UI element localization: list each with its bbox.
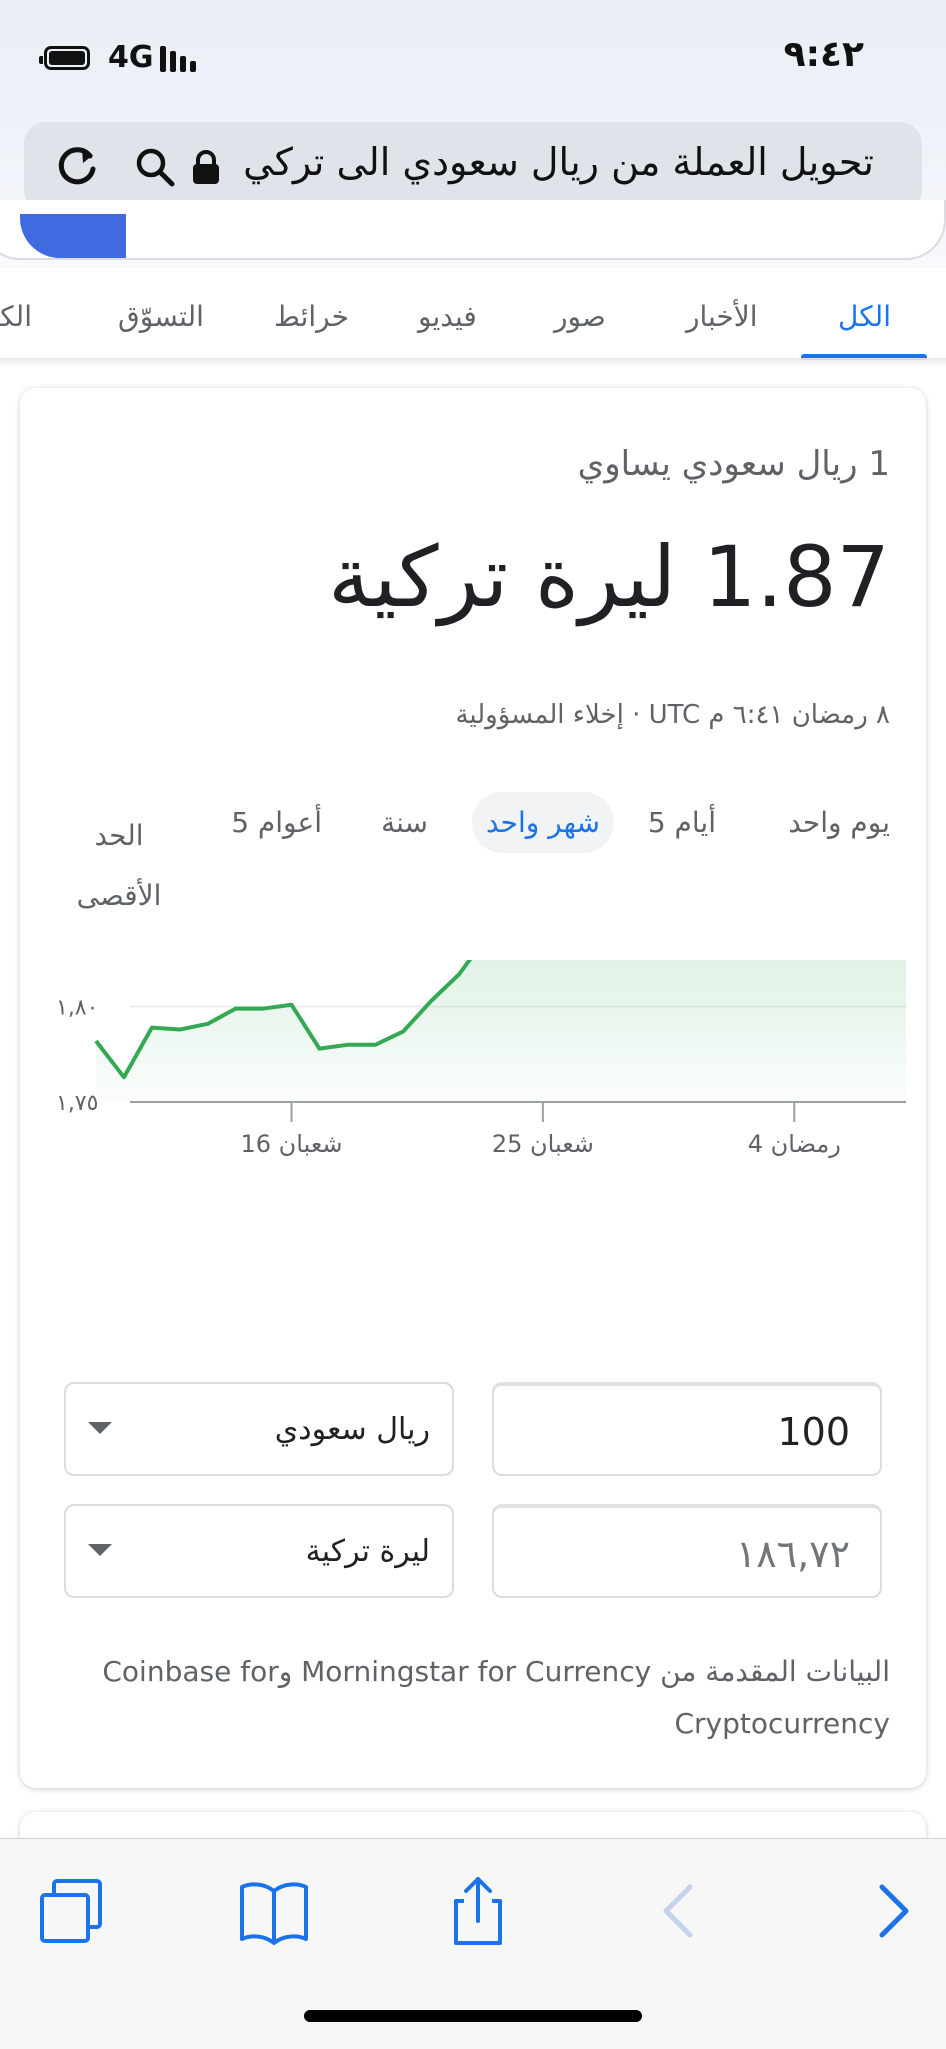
dropdown-arrow-icon [88, 1422, 112, 1434]
range-1y[interactable]: سنة [381, 806, 428, 839]
currency-to-label: ليرة تركية [305, 1534, 430, 1569]
status-bar: 4G ٩:٤٢ [0, 0, 946, 110]
chart-area [96, 960, 906, 1102]
network-type: 4G [108, 40, 154, 75]
range-1d[interactable]: يوم واحد [788, 806, 890, 839]
y-tick-label: ١,٨٠ [56, 996, 98, 1021]
range-5y[interactable]: 5 أعوام [231, 806, 322, 839]
tab-news[interactable]: الأخبار [686, 300, 758, 333]
range-5d[interactable]: 5 أيام [648, 806, 716, 839]
results-search-box[interactable] [0, 200, 946, 260]
x-tick-label: 16 شعبان [240, 1130, 342, 1158]
amount-from-field[interactable]: 100 [492, 1382, 882, 1476]
reload-icon[interactable] [52, 142, 102, 192]
address-query[interactable]: تحويل العملة من ريال سعودي الى تركي [243, 140, 874, 184]
address-bar[interactable]: تحويل العملة من ريال سعودي الى تركي [24, 122, 922, 212]
exchange-rate-chart[interactable]: ١,٧٥١,٨٠١,٨٥١,٩٠16 شعبان25 شعبان4 رمضان [56, 960, 926, 1430]
currency-converter-card: 1 ريال سعودي يساوي 1.87 ليرة تركية ٨ رمض… [20, 388, 926, 1788]
amount-to-value[interactable]: ١٨٦,٧٢ [736, 1532, 850, 1576]
x-tick-label: 25 شعبان [492, 1130, 594, 1158]
tabs-icon[interactable] [32, 1871, 112, 1951]
range-max[interactable]: الحد الأقصى [64, 806, 174, 926]
x-tick-label: 4 رمضان [748, 1130, 841, 1158]
chart-svg: ١,٧٥١,٨٠١,٨٥١,٩٠16 شعبان25 شعبان4 رمضان [56, 960, 906, 1158]
amount-from-value[interactable]: 100 [777, 1410, 850, 1454]
equals-label: 1 ريال سعودي يساوي [577, 444, 890, 484]
tab-shopping[interactable]: التسوّق [118, 300, 204, 333]
search-tabs: الكل الأخبار صور فيديو خرائط التسوّق الك… [0, 268, 946, 360]
search-icon [136, 148, 175, 187]
updated-timestamp[interactable]: ٨ رمضان ٦:٤١ م UTC · إخلاء المسؤولية [455, 700, 890, 730]
share-icon[interactable] [438, 1871, 518, 1951]
currency-from-label: ريال سعودي [274, 1412, 430, 1447]
amount-to-field[interactable]: ١٨٦,٧٢ [492, 1504, 882, 1598]
tab-maps[interactable]: خرائط [274, 300, 349, 333]
range-1m[interactable]: شهر واحد [471, 792, 614, 853]
forward-icon[interactable] [852, 1871, 932, 1951]
battery-icon [39, 46, 90, 70]
lock-icon [193, 150, 219, 184]
exchange-rate: 1.87 ليرة تركية [328, 528, 890, 626]
tab-videos[interactable]: فيديو [418, 300, 477, 333]
currency-from-select[interactable]: ريال سعودي [64, 1382, 454, 1476]
tab-images[interactable]: صور [554, 300, 606, 333]
y-tick-label: ١,٧٥ [56, 1091, 98, 1116]
dropdown-arrow-icon [88, 1544, 112, 1556]
status-time: ٩:٤٢ [783, 34, 864, 75]
data-source-note: البيانات المقدمة من Morningstar for Curr… [102, 1655, 890, 1740]
back-icon[interactable] [640, 1871, 720, 1951]
signal-icon [160, 46, 196, 72]
tab-all[interactable]: الكل [838, 300, 891, 333]
home-indicator [304, 2010, 642, 2022]
tab-books[interactable]: الكت [0, 300, 32, 333]
bookmarks-icon[interactable] [234, 1871, 314, 1951]
tabs-divider [0, 358, 946, 368]
currency-to-select[interactable]: ليرة تركية [64, 1504, 454, 1598]
